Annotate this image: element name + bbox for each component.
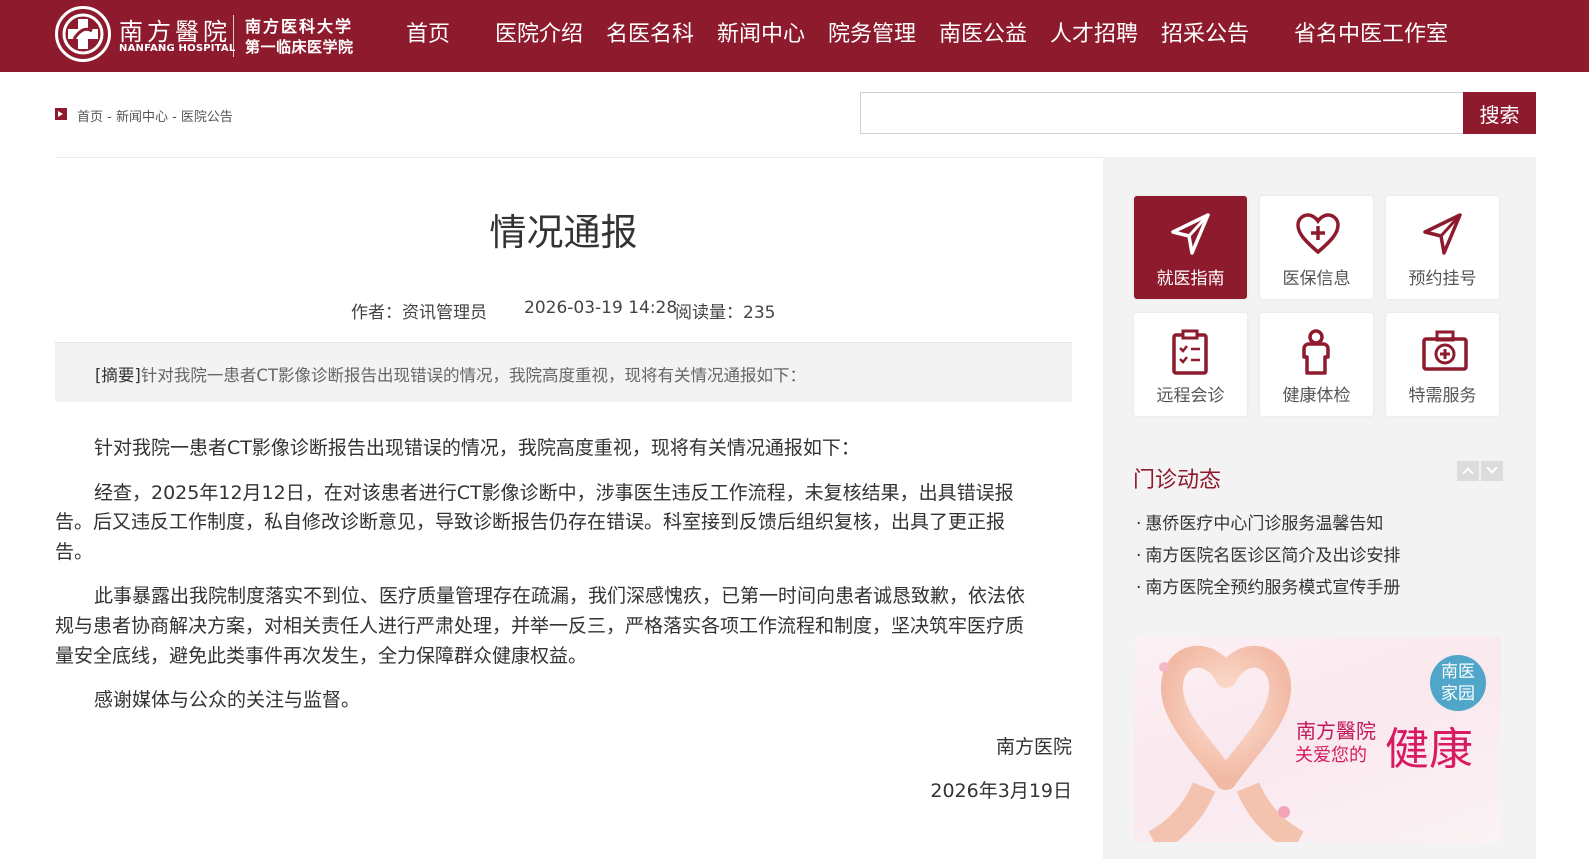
news-item[interactable]: 惠侨医疗中心门诊服务温馨告知 (1136, 509, 1383, 534)
tile-label: 特需服务 (1408, 386, 1477, 406)
search-input[interactable] (860, 92, 1464, 134)
divider (55, 157, 1103, 158)
pager-down-icon[interactable] (1481, 461, 1503, 481)
summary-tag: [摘要] (95, 366, 141, 385)
banner-badge-line-1: 南医 (1441, 662, 1475, 682)
nav-charity[interactable]: 南医公益 (939, 0, 1027, 72)
search-button[interactable]: 搜索 (1463, 92, 1536, 134)
article-summary: [摘要]针对我院一患者CT影像诊断报告出现错误的情况，我院高度重视，现将有关情况… (95, 362, 806, 386)
medical-kit-icon (1422, 330, 1468, 371)
banner-care-text: 关爱您的 (1295, 745, 1367, 766)
university-name: 南方医科大学 (245, 17, 354, 36)
article-views: 阅读量：235 (675, 303, 776, 323)
summary-text: 针对我院一患者CT影像诊断报告出现错误的情况，我院高度重视，现将有关情况通报如下… (140, 366, 806, 385)
tile-medical-guide[interactable]: 就医指南 (1134, 196, 1247, 299)
breadcrumb-arrow-icon (55, 108, 67, 120)
article-paragraph-2-line-2: 告。后又违反工作制度，私自修改诊断意见，导致诊断报告仍存在错误。科室接到反馈后组… (55, 511, 1006, 533)
tile-insurance-info[interactable]: 医保信息 (1260, 196, 1373, 299)
outpatient-news-title: 门诊动态 (1133, 468, 1222, 493)
clipboard-icon (1172, 329, 1208, 375)
article-summary-box: [摘要]针对我院一患者CT影像诊断报告出现错误的情况，我院高度重视，现将有关情况… (55, 342, 1072, 402)
send-icon (1423, 213, 1462, 255)
nav-tcm-studio[interactable]: 省名中医工作室 (1294, 0, 1448, 72)
article-paragraph-3-line-1: 此事暴露出我院制度落实不到位、医疗质量管理存在疏漏，我们深感愧疚，已第一时间向患… (94, 585, 1026, 607)
logo-divider (233, 15, 234, 57)
nav-recruitment[interactable]: 人才招聘 (1050, 0, 1138, 72)
logo-english-name: NANFANG HOSPITAL (119, 43, 236, 54)
nav-famous-doctors[interactable]: 名医名科 (606, 0, 694, 72)
nav-hospital-intro[interactable]: 医院介绍 (495, 0, 583, 72)
tile-label: 预约挂号 (1408, 269, 1477, 289)
banner-headline: 健康 (1385, 724, 1473, 775)
article-author: 作者：资讯管理员 (351, 303, 487, 323)
nav-home[interactable]: 首页 (406, 0, 450, 72)
article-paragraph-2-line-1: 经查，2025年12月12日，在对该患者进行CT影像诊断中，涉事医生违反工作流程… (94, 482, 1014, 504)
banner-badge-line-2: 家园 (1441, 684, 1475, 704)
heart-plus-icon (1296, 213, 1340, 255)
tile-label: 就医指南 (1156, 269, 1225, 289)
college-name: 第一临床医学院 (245, 38, 354, 56)
tile-label: 远程会诊 (1156, 386, 1225, 406)
tile-remote-consultation[interactable]: 远程会诊 (1134, 313, 1247, 416)
tile-special-service[interactable]: 特需服务 (1386, 313, 1499, 416)
article-signature-org: 南方医院 (995, 736, 1072, 758)
article-paragraph-3-line-3: 量安全底线，避免此类事件再次发生，全力保障群众健康权益。 (55, 645, 588, 667)
tile-health-checkup[interactable]: 健康体检 (1260, 313, 1373, 416)
article-datetime: 2026-03-19 14:28 (524, 298, 678, 318)
news-item[interactable]: 南方医院名医诊区简介及出诊安排 (1136, 541, 1400, 566)
news-item[interactable]: 南方医院全预约服务模式宣传手册 (1136, 573, 1400, 598)
tile-label: 健康体检 (1282, 386, 1351, 406)
tile-label: 医保信息 (1282, 269, 1351, 289)
pager-up-icon[interactable] (1457, 461, 1479, 481)
article-title: 情况通报 (489, 211, 638, 254)
nav-procurement[interactable]: 招采公告 (1161, 0, 1249, 72)
banner-logo: 南方醫院 (1296, 719, 1376, 743)
nav-news-center[interactable]: 新闻中心 (717, 0, 805, 72)
nav-hospital-affairs[interactable]: 院务管理 (828, 0, 916, 72)
article-paragraph-3-line-2: 规与患者协商解决方案，对相关责任人进行严肃处理，并举一反三，严格落实各项工作流程… (55, 615, 1025, 637)
tile-appointment[interactable]: 预约挂号 (1386, 196, 1499, 299)
send-icon (1171, 213, 1210, 255)
article-paragraph-4: 感谢媒体与公众的关注与监督。 (94, 689, 361, 711)
banner-badge: 南医 家园 (1430, 655, 1486, 711)
hospital-logo-icon[interactable] (55, 6, 111, 62)
article-paragraph-2-line-3: 告。 (55, 541, 94, 563)
health-banner[interactable]: 南医 家园 南方醫院 关爱您的 健康 (1134, 637, 1501, 842)
article-paragraph-1: 针对我院一患者CT影像诊断报告出现错误的情况，我院高度重视，现将有关情况通报如下… (94, 437, 860, 459)
top-navigation-bar: 南方醫院 NANFANG HOSPITAL 南方医科大学 第一临床医学院 首页 … (0, 0, 1589, 72)
person-icon (1302, 329, 1330, 375)
article-signature-date: 2026年3月19日 (930, 780, 1072, 802)
logo-chinese-name: 南方醫院 (119, 18, 231, 46)
breadcrumb[interactable]: 首页 - 新闻中心 - 医院公告 (77, 106, 233, 125)
